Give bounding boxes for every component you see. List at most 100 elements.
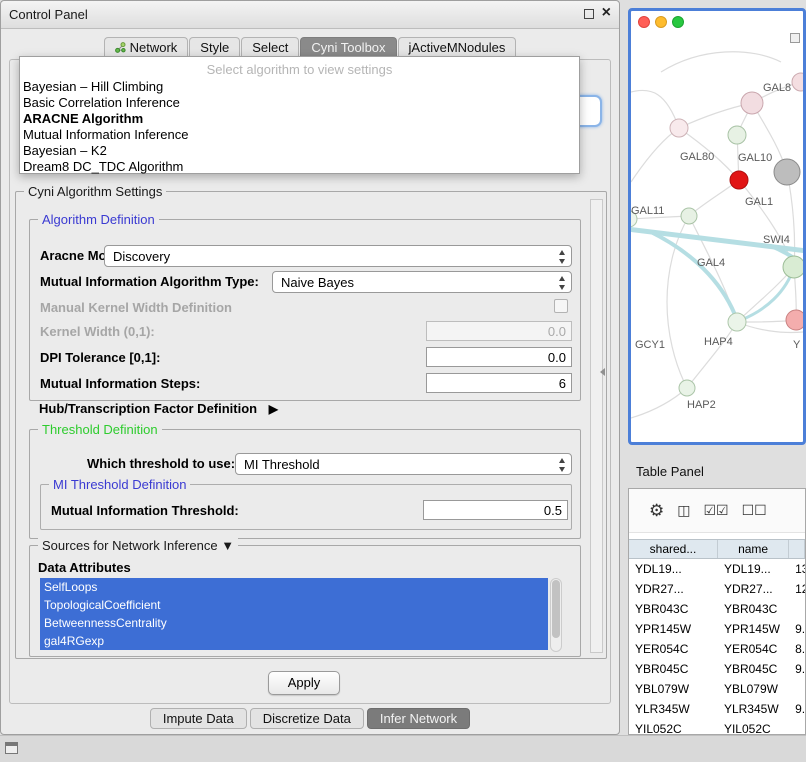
threshold-definition-group: Threshold Definition Which threshold to …	[29, 429, 581, 539]
select-all-icon[interactable]: ☑☑	[703, 502, 728, 519]
dropdown-item-mutual-information-inference[interactable]: Mutual Information Inference	[20, 127, 579, 143]
network-node[interactable]	[774, 159, 800, 185]
column-header-col2[interactable]	[789, 540, 805, 558]
network-node[interactable]	[681, 208, 697, 224]
float-panel-icon[interactable]	[584, 9, 594, 19]
combo-arrows-icon	[558, 249, 567, 265]
bottom-tab-impute-data[interactable]: Impute Data	[150, 708, 247, 729]
network-node[interactable]	[670, 119, 688, 137]
mi-steps-field[interactable]	[426, 373, 572, 393]
node-label-gal8: GAL8	[763, 82, 791, 94]
attribute-item-selfloops[interactable]: SelfLoops	[40, 578, 548, 596]
network-edge[interactable]	[679, 103, 752, 128]
table-row[interactable]: YBL079WYBL079W	[629, 679, 805, 699]
control-panel-titlebar: Control Panel ×	[1, 1, 619, 29]
close-panel-icon[interactable]: ×	[602, 4, 611, 22]
hub-section-toggle[interactable]: Hub/Transcription Factor Definition ▶	[39, 401, 278, 416]
node-label-gal80: GAL80	[680, 151, 714, 163]
restore-panel-icon[interactable]	[5, 742, 18, 754]
bottom-tab-discretize-data[interactable]: Discretize Data	[250, 708, 364, 729]
table-cell: YBR043C	[629, 599, 718, 619]
settings-scrollbar[interactable]	[590, 199, 603, 653]
network-node[interactable]	[728, 126, 746, 144]
dropdown-item-aracne-algorithm[interactable]: ARACNE Algorithm	[20, 111, 579, 127]
dropdown-item-bayesian-hill-climbing[interactable]: Bayesian – Hill Climbing	[20, 79, 579, 95]
table-toolbar: ⚙ ◫ ☑☑ ☐☐	[629, 489, 805, 533]
close-window-icon[interactable]	[638, 16, 650, 28]
mi-threshold-group-title: MI Threshold Definition	[49, 477, 190, 492]
table-cell: YBR045C	[629, 659, 718, 679]
sources-group-title[interactable]: Sources for Network Inference ▼	[38, 538, 238, 553]
mi-threshold-field[interactable]	[423, 500, 568, 520]
network-edge[interactable]	[687, 322, 737, 388]
mi-algo-type-label: Mutual Information Algorithm Type:	[40, 274, 259, 289]
combo-arrows-icon	[558, 275, 567, 291]
algorithm-definition-title: Algorithm Definition	[38, 212, 159, 227]
network-edge[interactable]	[631, 388, 687, 418]
deselect-all-icon[interactable]: ☐☐	[742, 502, 767, 519]
zoom-window-icon[interactable]	[672, 16, 684, 28]
network-node[interactable]	[730, 171, 748, 189]
table-cell	[789, 679, 805, 699]
hub-section-label: Hub/Transcription Factor Definition	[39, 401, 257, 416]
attributes-scrollbar[interactable]	[550, 578, 562, 652]
network-edge[interactable]	[661, 52, 781, 72]
network-edge-highlighted[interactable]	[651, 232, 737, 320]
attribute-item-topologicalcoefficient[interactable]: TopologicalCoefficient	[40, 596, 548, 614]
algorithm-definition-group: Algorithm Definition Aracne Mode: Discov…	[29, 219, 581, 401]
dropdown-item-bayesian-k2[interactable]: Bayesian – K2	[20, 143, 579, 159]
scrollbar-thumb[interactable]	[552, 580, 560, 638]
network-node[interactable]	[786, 310, 803, 330]
table-row[interactable]: YBR045CYBR045C9.	[629, 659, 805, 679]
aracne-mode-select[interactable]: Discovery	[104, 245, 572, 267]
minimize-window-icon[interactable]	[655, 16, 667, 28]
bottom-tab-infer-network[interactable]: Infer Network	[367, 708, 470, 729]
mi-algo-type-select[interactable]: Naive Bayes	[272, 271, 572, 293]
table-row[interactable]: YPR145WYPR145W9.	[629, 619, 805, 639]
apply-button[interactable]: Apply	[268, 671, 340, 695]
collapse-arrow-icon: ▼	[221, 538, 234, 553]
network-node[interactable]	[783, 256, 803, 278]
network-node[interactable]	[741, 92, 763, 114]
network-edge[interactable]	[737, 267, 794, 322]
network-node[interactable]	[679, 380, 695, 396]
column-header-name[interactable]: name	[718, 540, 789, 558]
network-canvas[interactable]: GAL8GAL80GAL10GAL11GAL1SWI4GAL4GCY1HAP4Y…	[631, 32, 803, 441]
table-cell	[789, 599, 805, 619]
table-row[interactable]: YDR27...YDR27...12	[629, 579, 805, 599]
gear-icon[interactable]: ⚙	[649, 501, 664, 521]
which-threshold-select[interactable]: MI Threshold	[235, 453, 572, 475]
dropdown-item-dream8-dc-tdc-algorithm[interactable]: Dream8 DC_TDC Algorithm	[20, 159, 579, 175]
bottom-strip	[0, 735, 806, 762]
algorithm-dropdown-popup: Select algorithm to view settings Bayesi…	[19, 56, 580, 174]
dropdown-items: Bayesian – Hill ClimbingBasic Correlatio…	[20, 79, 579, 175]
table-row[interactable]: YIL052CYIL052C	[629, 719, 805, 734]
tab-label: Style	[200, 40, 229, 55]
table-row[interactable]: YLR345WYLR345W9.	[629, 699, 805, 719]
node-label-hap2: HAP2	[687, 399, 716, 411]
attribute-item-gal4rgexp[interactable]: gal4RGexp	[40, 632, 548, 650]
dpi-tolerance-field[interactable]	[426, 347, 572, 367]
cyni-settings-title: Cyni Algorithm Settings	[24, 184, 166, 199]
table-cell: YDL19...	[718, 559, 789, 579]
table-cell: YER054C	[629, 639, 718, 659]
table-cell: 12	[789, 579, 805, 599]
table-cell: YIL052C	[718, 719, 789, 734]
network-node[interactable]	[792, 73, 803, 91]
sources-group: Sources for Network Inference ▼ Data Att…	[29, 545, 581, 657]
attribute-item-betweennesscentrality[interactable]: BetweennessCentrality	[40, 614, 548, 632]
table-row[interactable]: YDL19...YDL19...13	[629, 559, 805, 579]
dropdown-item-basic-correlation-inference[interactable]: Basic Correlation Inference	[20, 95, 579, 111]
network-node[interactable]	[728, 313, 746, 331]
table-cell: 13	[789, 559, 805, 579]
column-header-shared[interactable]: shared...	[629, 540, 718, 558]
network-edge[interactable]	[631, 128, 679, 182]
table-row[interactable]: YBR043CYBR043C	[629, 599, 805, 619]
network-icon	[115, 41, 126, 56]
splitter-handle[interactable]	[600, 368, 605, 376]
mi-steps-label: Mutual Information Steps:	[40, 376, 200, 391]
tab-label: jActiveMNodules	[409, 40, 506, 55]
table-row[interactable]: YER054CYER054C8.	[629, 639, 805, 659]
columns-icon[interactable]: ◫	[677, 502, 690, 519]
tab-label: Network	[130, 40, 178, 55]
